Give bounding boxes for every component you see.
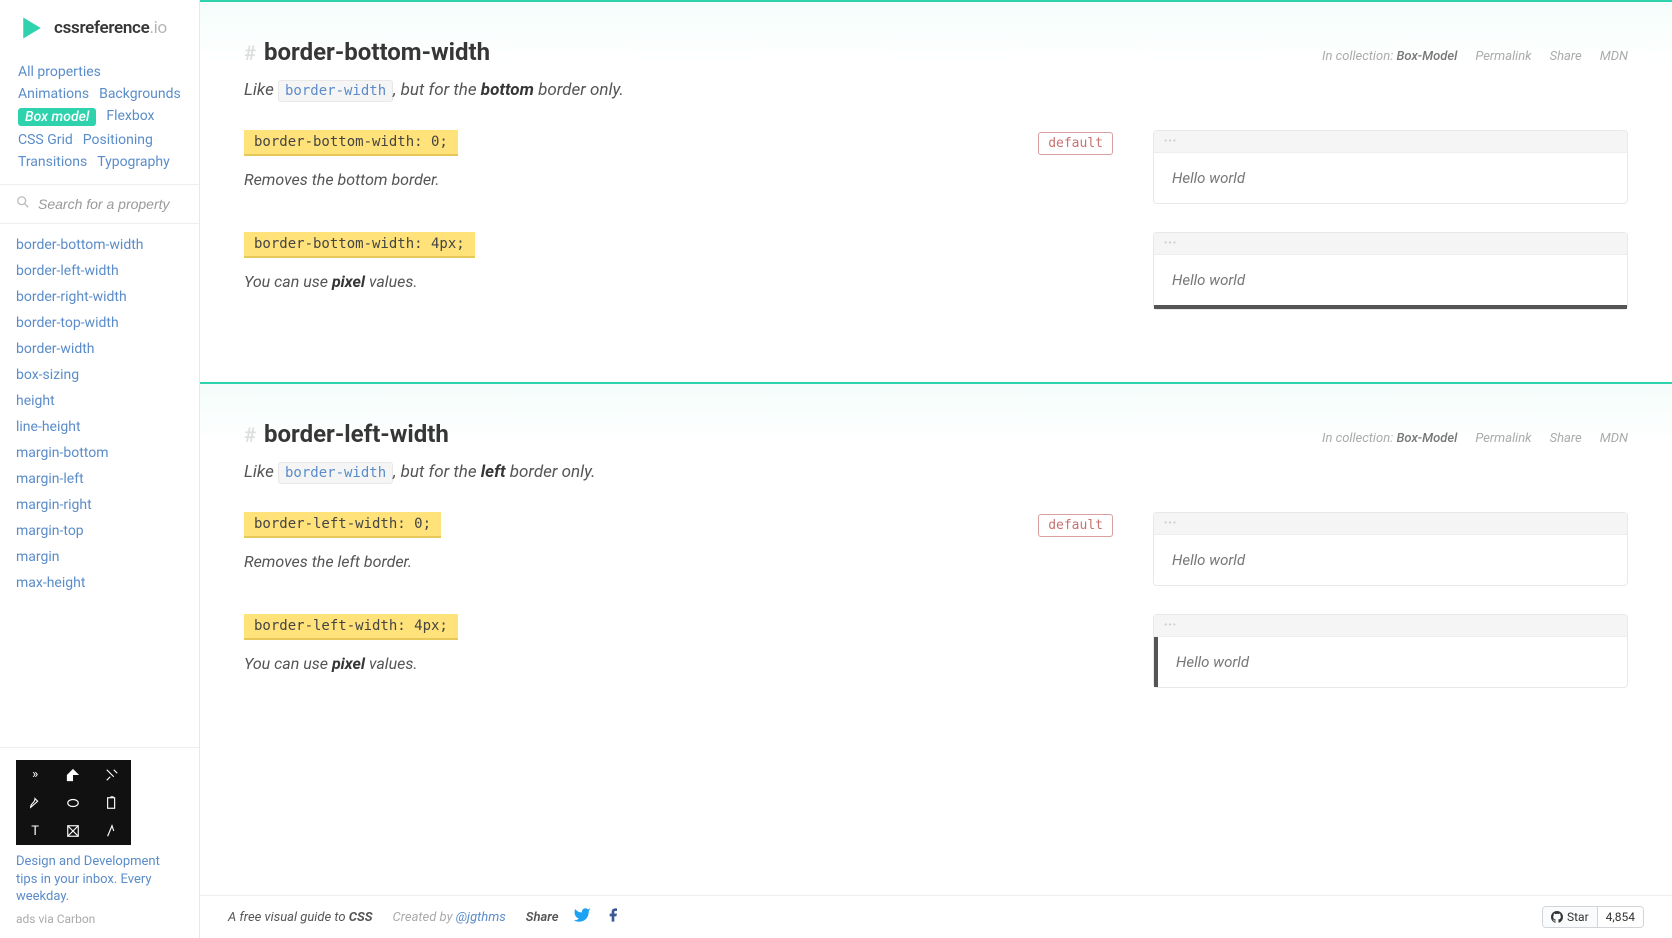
example-row: border-left-width: 0; default Removes th… bbox=[244, 512, 1628, 586]
property-description: Like border-width, but for the left bord… bbox=[244, 462, 1628, 482]
footer-author-link[interactable]: @jgthms bbox=[456, 910, 506, 925]
example-row: border-left-width: 4px; You can use pixe… bbox=[244, 614, 1628, 688]
example-code: border-bottom-width: 4px; bbox=[244, 232, 475, 258]
preview-content: Hello world bbox=[1154, 255, 1627, 309]
property-list-item[interactable]: border-right-width bbox=[0, 284, 199, 310]
carbon-ad-text: Design and Development tips in your inbo… bbox=[16, 853, 183, 906]
example-row: border-bottom-width: 4px; You can use pi… bbox=[244, 232, 1628, 310]
facebook-icon[interactable] bbox=[605, 907, 621, 927]
section-meta: In collection: Box-Model Permalink Share… bbox=[1322, 49, 1628, 64]
nav-category[interactable]: Animations bbox=[18, 86, 89, 102]
github-star-button[interactable]: Star 4,854 bbox=[1542, 906, 1644, 928]
footer-tagline: A free visual guide to CSS bbox=[228, 910, 373, 925]
mdn-link[interactable]: MDN bbox=[1600, 49, 1628, 64]
property-list-item[interactable]: border-bottom-width bbox=[0, 232, 199, 258]
github-icon bbox=[1551, 911, 1563, 923]
preview-dots-icon: ••• bbox=[1154, 513, 1627, 535]
category-nav: All properties Animations BackgroundsBox m… bbox=[0, 56, 199, 184]
twitter-icon[interactable] bbox=[573, 906, 591, 928]
hash-icon: # bbox=[244, 423, 256, 447]
hash-icon: # bbox=[244, 41, 256, 65]
carbon-ad[interactable]: » T Design and Development tips in your … bbox=[0, 747, 199, 938]
nav-category[interactable]: All properties bbox=[18, 64, 101, 80]
carbon-ad-image: » T bbox=[16, 760, 131, 845]
property-list-item[interactable]: margin-left bbox=[0, 466, 199, 492]
property-list-item[interactable]: border-top-width bbox=[0, 310, 199, 336]
property-list-item[interactable]: box-sizing bbox=[0, 362, 199, 388]
default-badge: default bbox=[1038, 132, 1113, 155]
preview-dots-icon: ••• bbox=[1154, 233, 1627, 255]
property-title: border-bottom-width bbox=[264, 38, 490, 66]
example-preview: ••• Hello world bbox=[1153, 130, 1628, 204]
preview-content: Hello world bbox=[1154, 153, 1627, 203]
example-preview: ••• Hello world bbox=[1153, 614, 1628, 688]
main-content[interactable]: # border-bottom-width In collection: Box… bbox=[200, 0, 1672, 938]
preview-dots-icon: ••• bbox=[1154, 131, 1627, 153]
search-input[interactable] bbox=[38, 196, 183, 212]
example-code: border-bottom-width: 0; bbox=[244, 130, 458, 156]
example-description: You can use pixel values. bbox=[244, 654, 1113, 673]
preview-content: Hello world bbox=[1154, 637, 1627, 687]
nav-category[interactable]: Box model bbox=[18, 108, 96, 126]
property-list-item[interactable]: line-height bbox=[0, 414, 199, 440]
property-list-item[interactable]: border-left-width bbox=[0, 258, 199, 284]
nav-category[interactable]: Backgrounds bbox=[99, 86, 181, 102]
property-description: Like border-width, but for the bottom bo… bbox=[244, 80, 1628, 100]
logo-icon bbox=[18, 14, 46, 42]
property-title: border-left-width bbox=[264, 420, 449, 448]
example-code: border-left-width: 0; bbox=[244, 512, 441, 538]
nav-category[interactable]: Typography bbox=[97, 154, 169, 170]
permalink-link[interactable]: Permalink bbox=[1475, 431, 1531, 446]
example-description: You can use pixel values. bbox=[244, 272, 1113, 291]
example-code: border-left-width: 4px; bbox=[244, 614, 458, 640]
example-row: border-bottom-width: 0; default Removes … bbox=[244, 130, 1628, 204]
property-list-item[interactable]: max-height bbox=[0, 570, 199, 596]
share-link[interactable]: Share bbox=[1550, 49, 1582, 64]
default-badge: default bbox=[1038, 514, 1113, 537]
search-wrap bbox=[0, 184, 199, 224]
nav-category[interactable]: CSS Grid bbox=[18, 132, 73, 148]
permalink-link[interactable]: Permalink bbox=[1475, 49, 1531, 64]
collection-link[interactable]: Box-Model bbox=[1396, 431, 1457, 446]
search-icon bbox=[16, 195, 30, 213]
nav-category[interactable]: Transitions bbox=[18, 154, 87, 170]
carbon-ad-via: ads via Carbon bbox=[16, 912, 183, 926]
property-section: # border-left-width In collection: Box-M… bbox=[200, 382, 1672, 760]
property-section: # border-bottom-width In collection: Box… bbox=[200, 0, 1672, 382]
nav-category[interactable]: Positioning bbox=[83, 132, 153, 148]
collection-link[interactable]: Box-Model bbox=[1396, 49, 1457, 64]
preview-content: Hello world bbox=[1154, 535, 1627, 585]
logo-text: cssreference.io bbox=[54, 18, 167, 38]
property-list-item[interactable]: margin-bottom bbox=[0, 440, 199, 466]
example-preview: ••• Hello world bbox=[1153, 232, 1628, 310]
footer-credit: Created by @jgthms bbox=[393, 910, 506, 925]
nav-category[interactable]: Flexbox bbox=[106, 108, 154, 126]
mdn-link[interactable]: MDN bbox=[1600, 431, 1628, 446]
footer: A free visual guide to CSS Created by @j… bbox=[200, 895, 1672, 938]
preview-dots-icon: ••• bbox=[1154, 615, 1627, 637]
github-star-count: 4,854 bbox=[1598, 907, 1643, 927]
example-preview: ••• Hello world bbox=[1153, 512, 1628, 586]
example-description: Removes the left border. bbox=[244, 552, 1113, 571]
logo[interactable]: cssreference.io bbox=[0, 0, 199, 56]
footer-share: Share bbox=[526, 906, 621, 928]
property-list-item[interactable]: border-width bbox=[0, 336, 199, 362]
sidebar: cssreference.io All properties Animations… bbox=[0, 0, 200, 938]
section-meta: In collection: Box-Model Permalink Share… bbox=[1322, 431, 1628, 446]
property-list[interactable]: border-bottom-widthborder-left-widthbord… bbox=[0, 224, 199, 747]
property-list-item[interactable]: margin-top bbox=[0, 518, 199, 544]
share-link[interactable]: Share bbox=[1550, 431, 1582, 446]
property-list-item[interactable]: height bbox=[0, 388, 199, 414]
property-list-item[interactable]: margin-right bbox=[0, 492, 199, 518]
example-description: Removes the bottom border. bbox=[244, 170, 1113, 189]
property-list-item[interactable]: margin bbox=[0, 544, 199, 570]
